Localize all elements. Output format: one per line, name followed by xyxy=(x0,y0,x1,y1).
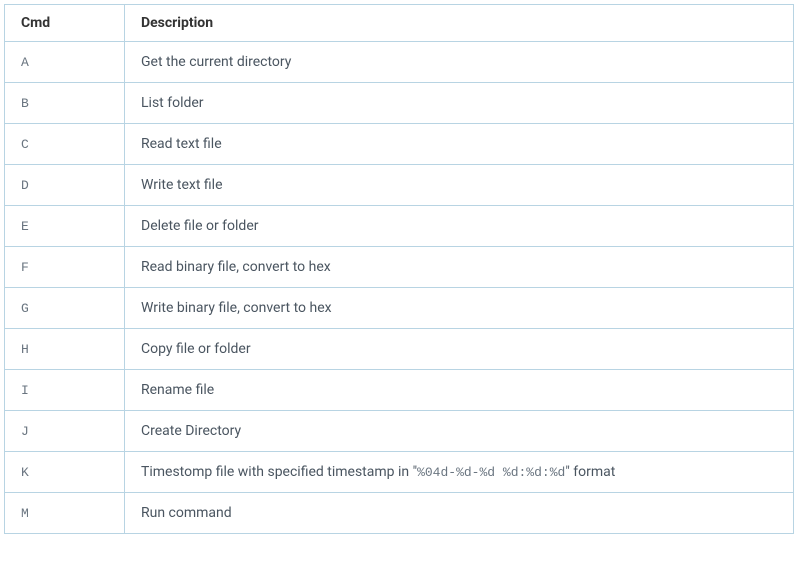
cmd-cell: D xyxy=(5,165,125,206)
table-row: J Create Directory xyxy=(5,411,794,452)
description-text: Delete file or folder xyxy=(141,218,259,234)
description-cell: Copy file or folder xyxy=(125,329,794,370)
cmd-cell: A xyxy=(5,42,125,83)
description-cell: Delete file or folder xyxy=(125,206,794,247)
description-text: Get the current directory xyxy=(141,54,291,70)
table-row: K Timestomp file with specified timestamp… xyxy=(5,452,794,493)
table-header-row: Cmd Description xyxy=(5,5,794,42)
table-row: E Delete file or folder xyxy=(5,206,794,247)
header-description: Description xyxy=(125,5,794,42)
description-text: Write binary file, convert to hex xyxy=(141,300,332,316)
description-text: List folder xyxy=(141,95,204,111)
description-cell: Write text file xyxy=(125,165,794,206)
table-row: D Write text file xyxy=(5,165,794,206)
cmd-cell: C xyxy=(5,124,125,165)
description-cell: Read text file xyxy=(125,124,794,165)
cmd-cell: B xyxy=(5,83,125,124)
description-text: Read text file xyxy=(141,136,222,152)
description-cell: Get the current directory xyxy=(125,42,794,83)
description-cell: Run command xyxy=(125,493,794,534)
table-row: F Read binary file, convert to hex xyxy=(5,247,794,288)
table-row: I Rename file xyxy=(5,370,794,411)
description-text: Write text file xyxy=(141,177,223,193)
description-cell: Rename file xyxy=(125,370,794,411)
description-cell: Read binary file, convert to hex xyxy=(125,247,794,288)
description-text: Timestomp file with specified timestamp … xyxy=(141,464,417,480)
cmd-cell: H xyxy=(5,329,125,370)
table-row: C Read text file xyxy=(5,124,794,165)
cmd-cell: I xyxy=(5,370,125,411)
description-cell: Create Directory xyxy=(125,411,794,452)
table-row: G Write binary file, convert to hex xyxy=(5,288,794,329)
table-row: A Get the current directory xyxy=(5,42,794,83)
description-text-post: " format xyxy=(565,464,615,480)
description-cell: Timestomp file with specified timestamp … xyxy=(125,452,794,493)
cmd-cell: K xyxy=(5,452,125,493)
table-row: B List folder xyxy=(5,83,794,124)
cmd-cell: F xyxy=(5,247,125,288)
description-cell: Write binary file, convert to hex xyxy=(125,288,794,329)
cmd-cell: M xyxy=(5,493,125,534)
description-cell: List folder xyxy=(125,83,794,124)
cmd-cell: E xyxy=(5,206,125,247)
description-text: Read binary file, convert to hex xyxy=(141,259,331,275)
cmd-cell: J xyxy=(5,411,125,452)
description-text: Create Directory xyxy=(141,423,241,439)
description-text: Run command xyxy=(141,505,232,521)
format-string: %04d-%d-%d %d:%d:%d xyxy=(417,465,565,480)
description-text: Copy file or folder xyxy=(141,341,251,357)
cmd-cell: G xyxy=(5,288,125,329)
description-text: Rename file xyxy=(141,382,214,398)
command-table: Cmd Description A Get the current directo… xyxy=(4,4,794,534)
table-row: H Copy file or folder xyxy=(5,329,794,370)
table-row: M Run command xyxy=(5,493,794,534)
header-cmd: Cmd xyxy=(5,5,125,42)
